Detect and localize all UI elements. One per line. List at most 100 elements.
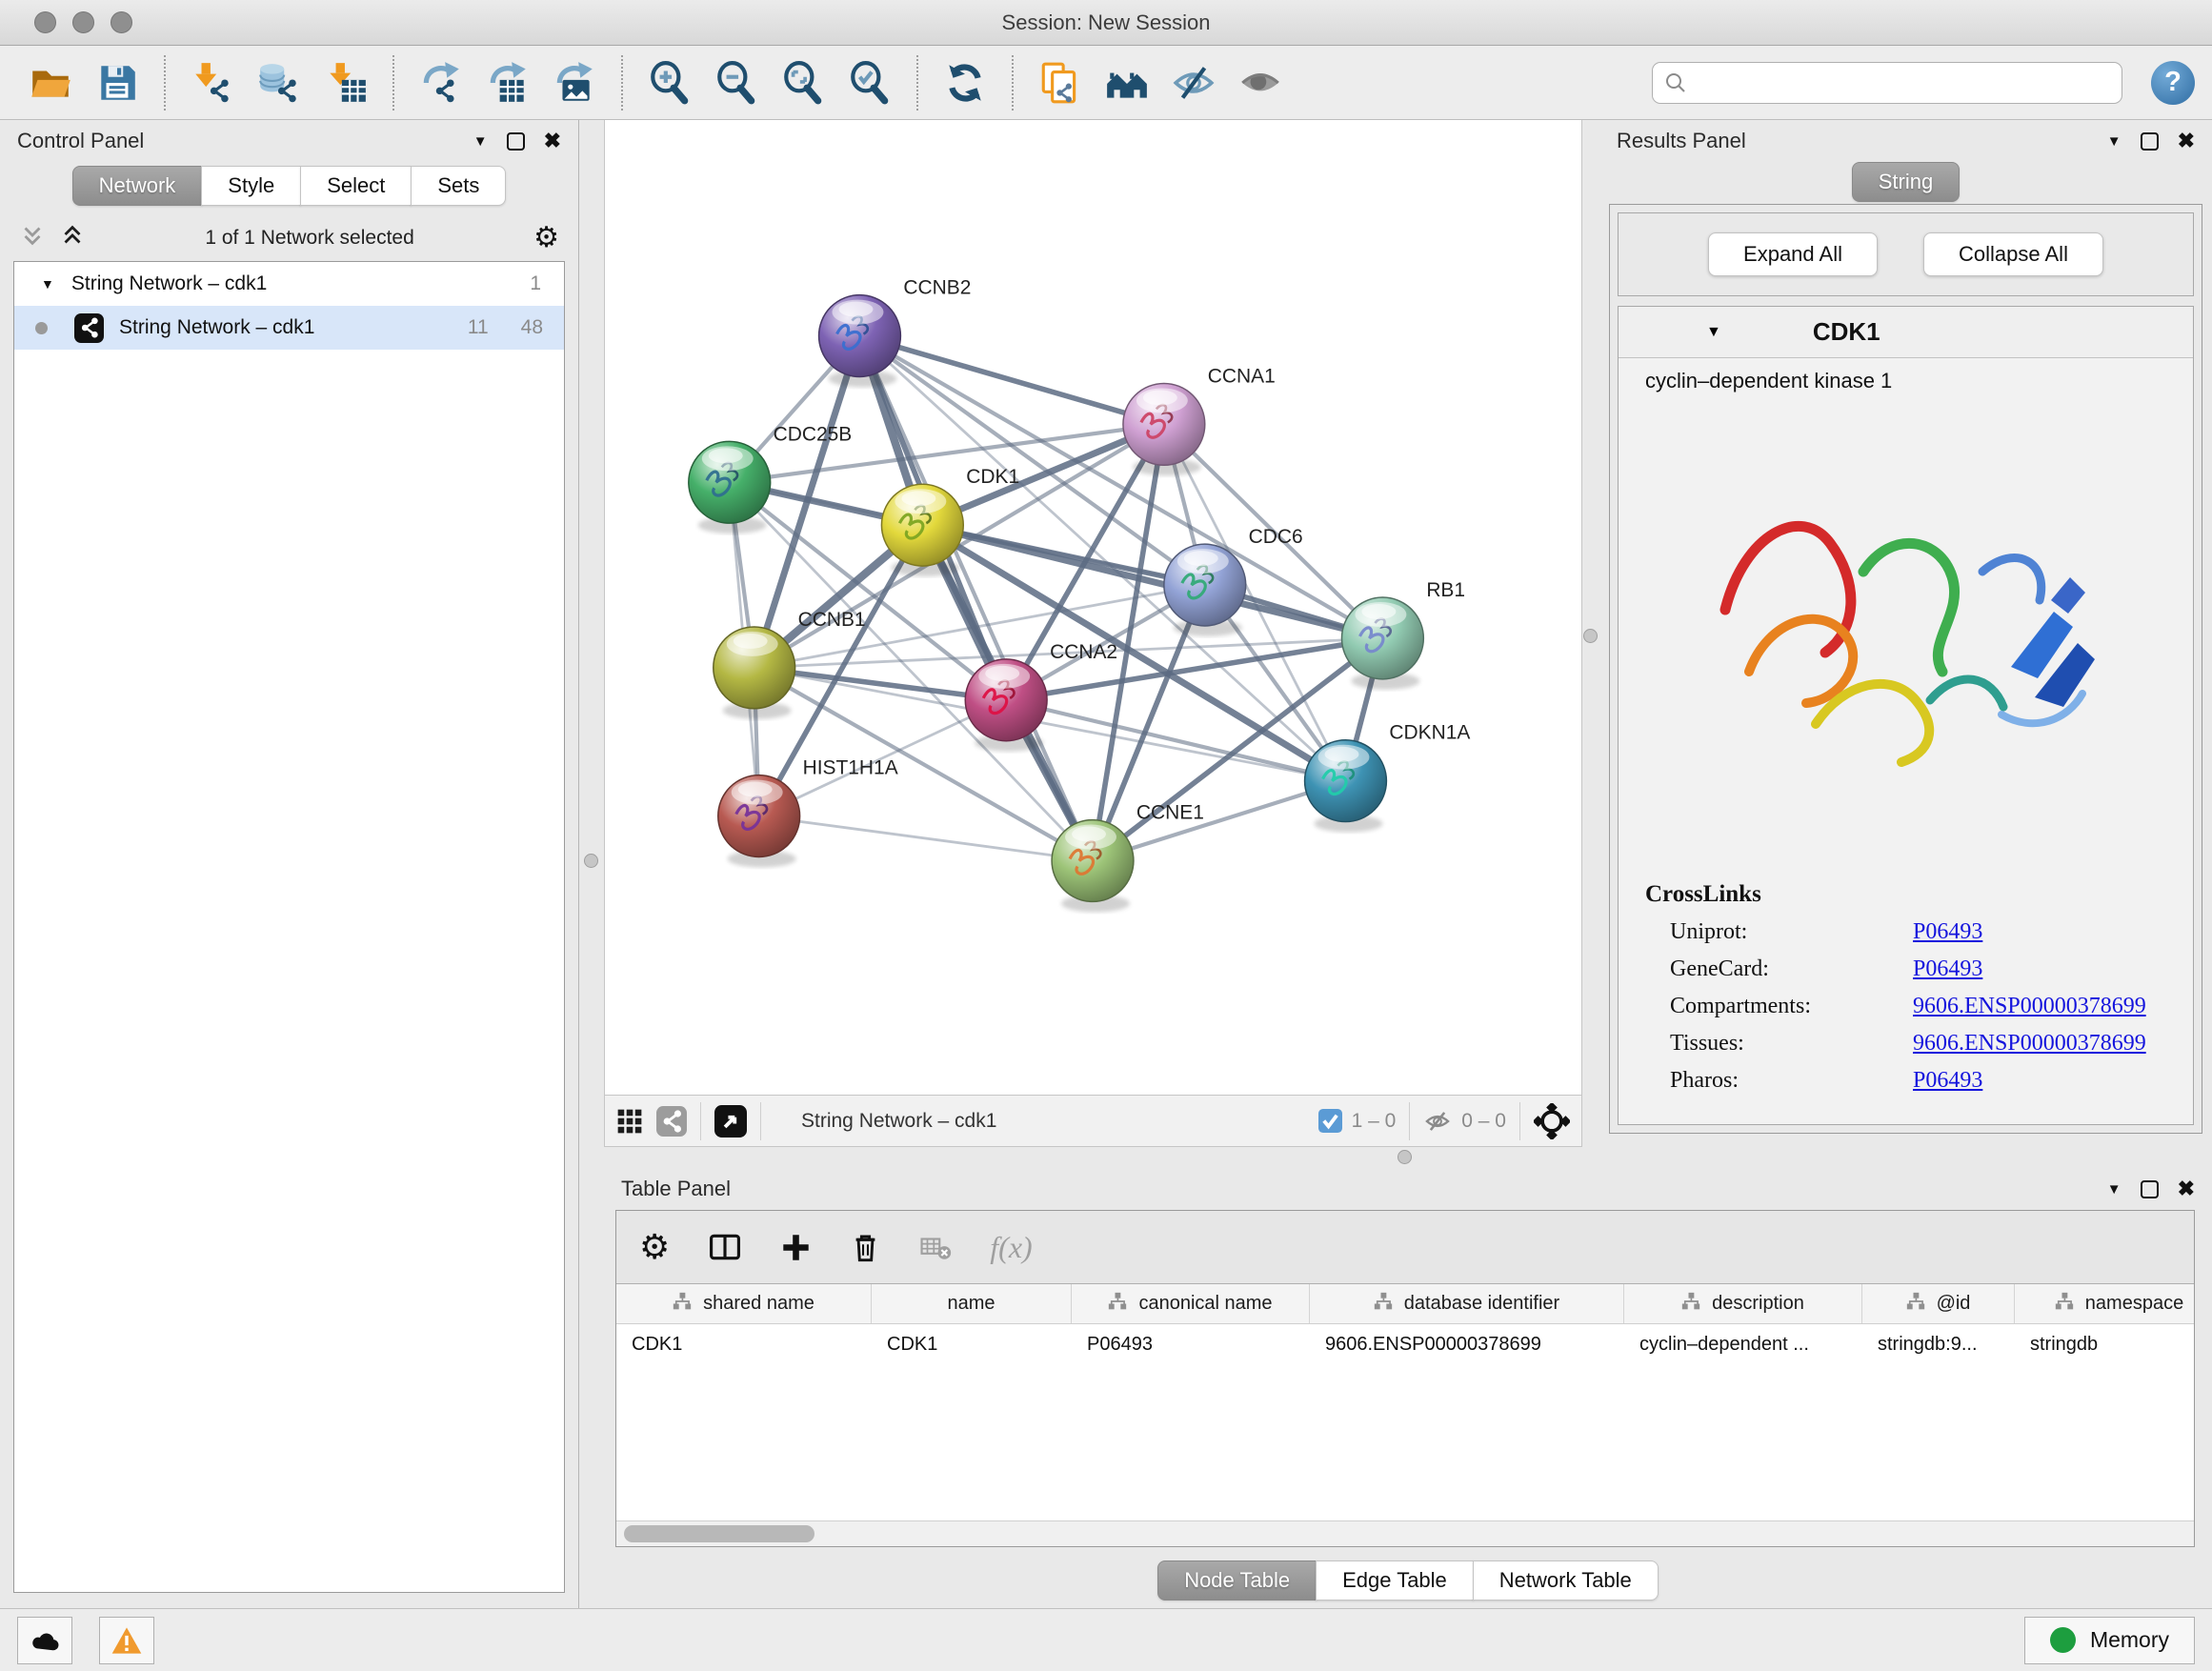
column-header-canonical-name[interactable]: canonical name xyxy=(1072,1284,1310,1323)
memory-button[interactable]: Memory xyxy=(2024,1617,2195,1664)
import-network-database-icon[interactable] xyxy=(252,56,306,110)
expand-all-button[interactable]: Expand All xyxy=(1708,232,1878,276)
table-cell: stringdb:9... xyxy=(1862,1324,2015,1364)
network-collection-row[interactable]: ▼ String Network – cdk1 1 xyxy=(14,262,564,306)
table-float-icon[interactable] xyxy=(2141,1180,2159,1198)
table-options-gear-icon[interactable]: ⚙ xyxy=(639,1230,670,1264)
collapse-collection-icon[interactable]: ▼ xyxy=(41,276,54,292)
results-close-icon[interactable]: ✖ xyxy=(2178,131,2195,151)
refresh-layout-icon[interactable] xyxy=(938,56,992,110)
results-float-icon[interactable] xyxy=(2141,132,2159,151)
gene-description: cyclin–dependent kinase 1 xyxy=(1619,358,2193,404)
import-table-file-icon[interactable] xyxy=(319,56,372,110)
warning-icon[interactable] xyxy=(99,1617,154,1664)
zoom-out-icon[interactable] xyxy=(710,56,763,110)
table-horizontal-scrollbar[interactable] xyxy=(616,1520,2194,1546)
export-network-icon[interactable] xyxy=(414,56,468,110)
column-header-description[interactable]: description xyxy=(1624,1284,1862,1323)
column-header-shared-name[interactable]: shared name xyxy=(616,1284,872,1323)
network-node-CDKN1A[interactable]: CDKN1A xyxy=(1305,722,1471,833)
crosslink-label: GeneCard: xyxy=(1670,956,1913,982)
table-cell: P06493 xyxy=(1072,1324,1310,1364)
crosslink-link[interactable]: P06493 xyxy=(1913,919,1982,945)
collapse-all-button[interactable]: Collapse All xyxy=(1923,232,2103,276)
panel-float-icon[interactable] xyxy=(507,132,525,151)
open-session-icon[interactable] xyxy=(24,56,77,110)
column-header-database-identifier[interactable]: database identifier xyxy=(1310,1284,1624,1323)
crosslink-link[interactable]: 9606.ENSP00000378699 xyxy=(1913,1031,2146,1057)
network-row[interactable]: String Network – cdk1 1148 xyxy=(14,306,564,350)
control-panel: Control Panel ▼ ✖ NetworkStyleSelectSets… xyxy=(0,120,579,1608)
crosshair-icon[interactable] xyxy=(1534,1103,1570,1139)
network-node-RB1[interactable]: RB1 xyxy=(1341,579,1465,690)
network-share-icon[interactable] xyxy=(656,1106,687,1137)
network-icon xyxy=(74,313,104,343)
hide-selected-eye-slash-icon[interactable] xyxy=(1167,56,1220,110)
tab-select[interactable]: Select xyxy=(300,166,412,206)
show-column-icon[interactable] xyxy=(708,1230,742,1264)
table-close-icon[interactable]: ✖ xyxy=(2178,1178,2195,1199)
double-house-icon[interactable] xyxy=(1100,56,1154,110)
network-edge[interactable] xyxy=(859,336,1093,861)
search-input[interactable] xyxy=(1697,71,2110,93)
zoom-in-icon[interactable] xyxy=(643,56,696,110)
column-header-namespace[interactable]: namespace xyxy=(2015,1284,2194,1323)
tab-network-table[interactable]: Network Table xyxy=(1473,1560,1659,1601)
crosslink-link[interactable]: 9606.ENSP00000378699 xyxy=(1913,994,2146,1019)
column-header-name[interactable]: name xyxy=(872,1284,1072,1323)
import-network-file-icon[interactable] xyxy=(186,56,239,110)
grid-view-icon[interactable] xyxy=(616,1108,643,1135)
table-row[interactable]: CDK1CDK1P064939606.ENSP00000378699cyclin… xyxy=(616,1324,2194,1364)
collapse-all-networks-icon[interactable] xyxy=(19,222,46,254)
cloud-icon[interactable] xyxy=(17,1617,72,1664)
network-canvas[interactable]: CCNB2 CCNA1 CDC25B CDK1 CDC6 xyxy=(605,120,1581,1095)
table-minimize-icon[interactable]: ▼ xyxy=(2107,1181,2122,1198)
left-splitter-handle[interactable] xyxy=(584,854,598,868)
zoom-selected-icon[interactable] xyxy=(843,56,896,110)
crosslink-link[interactable]: P06493 xyxy=(1913,956,1982,982)
zoom-fit-icon[interactable] xyxy=(776,56,830,110)
left-splitter[interactable] xyxy=(579,120,604,1608)
network-node-CCNB2[interactable]: CCNB2 xyxy=(819,277,972,388)
right-splitter-handle[interactable] xyxy=(1583,629,1598,643)
tab-network[interactable]: Network xyxy=(72,166,203,206)
tab-string[interactable]: String xyxy=(1852,162,1960,202)
column-header--id[interactable]: @id xyxy=(1862,1284,2015,1323)
panel-minimize-icon[interactable]: ▼ xyxy=(473,133,488,150)
panel-close-icon[interactable]: ✖ xyxy=(544,131,561,151)
birdseye-view-icon[interactable] xyxy=(714,1105,747,1137)
expand-all-networks-icon[interactable] xyxy=(59,222,86,254)
selected-items-checkbox[interactable]: 1 – 0 xyxy=(1318,1109,1397,1133)
network-node-CDC25B[interactable]: CDC25B xyxy=(689,423,852,534)
memory-label: Memory xyxy=(2090,1627,2169,1653)
create-column-icon[interactable] xyxy=(780,1232,812,1263)
search-box[interactable] xyxy=(1652,62,2122,104)
results-minimize-icon[interactable]: ▼ xyxy=(2107,133,2122,150)
hidden-items-indicator[interactable]: 0 – 0 xyxy=(1423,1107,1506,1136)
show-all-eye-icon[interactable] xyxy=(1234,56,1287,110)
network-edge[interactable] xyxy=(859,336,1163,425)
results-panel-title: Results Panel xyxy=(1617,129,1746,153)
export-image-icon[interactable] xyxy=(548,56,601,110)
scrollbar-thumb[interactable] xyxy=(624,1525,814,1542)
crosslink-link[interactable]: P06493 xyxy=(1913,1068,1982,1094)
crosslink-label: Uniprot: xyxy=(1670,919,1913,945)
tab-sets[interactable]: Sets xyxy=(411,166,506,206)
tab-edge-table[interactable]: Edge Table xyxy=(1316,1560,1474,1601)
network-edge[interactable] xyxy=(922,525,1382,638)
export-table-icon[interactable] xyxy=(481,56,534,110)
new-network-from-selection-icon[interactable] xyxy=(1034,56,1087,110)
horizontal-splitter-handle[interactable] xyxy=(1398,1150,1412,1164)
horizontal-splitter[interactable] xyxy=(604,1147,2212,1168)
save-session-icon[interactable] xyxy=(90,56,144,110)
help-icon[interactable]: ? xyxy=(2151,61,2195,105)
network-edge[interactable] xyxy=(759,816,1093,861)
right-splitter[interactable] xyxy=(1582,120,1599,1147)
tab-style[interactable]: Style xyxy=(201,166,301,206)
network-options-gear-icon[interactable]: ⚙ xyxy=(533,224,559,252)
network-node-HIST1H1A[interactable]: HIST1H1A xyxy=(718,757,898,868)
toolbar-separator xyxy=(164,55,166,111)
collapse-gene-icon[interactable]: ▼ xyxy=(1706,324,1721,341)
delete-column-trash-icon[interactable] xyxy=(850,1232,881,1263)
tab-node-table[interactable]: Node Table xyxy=(1157,1560,1317,1601)
